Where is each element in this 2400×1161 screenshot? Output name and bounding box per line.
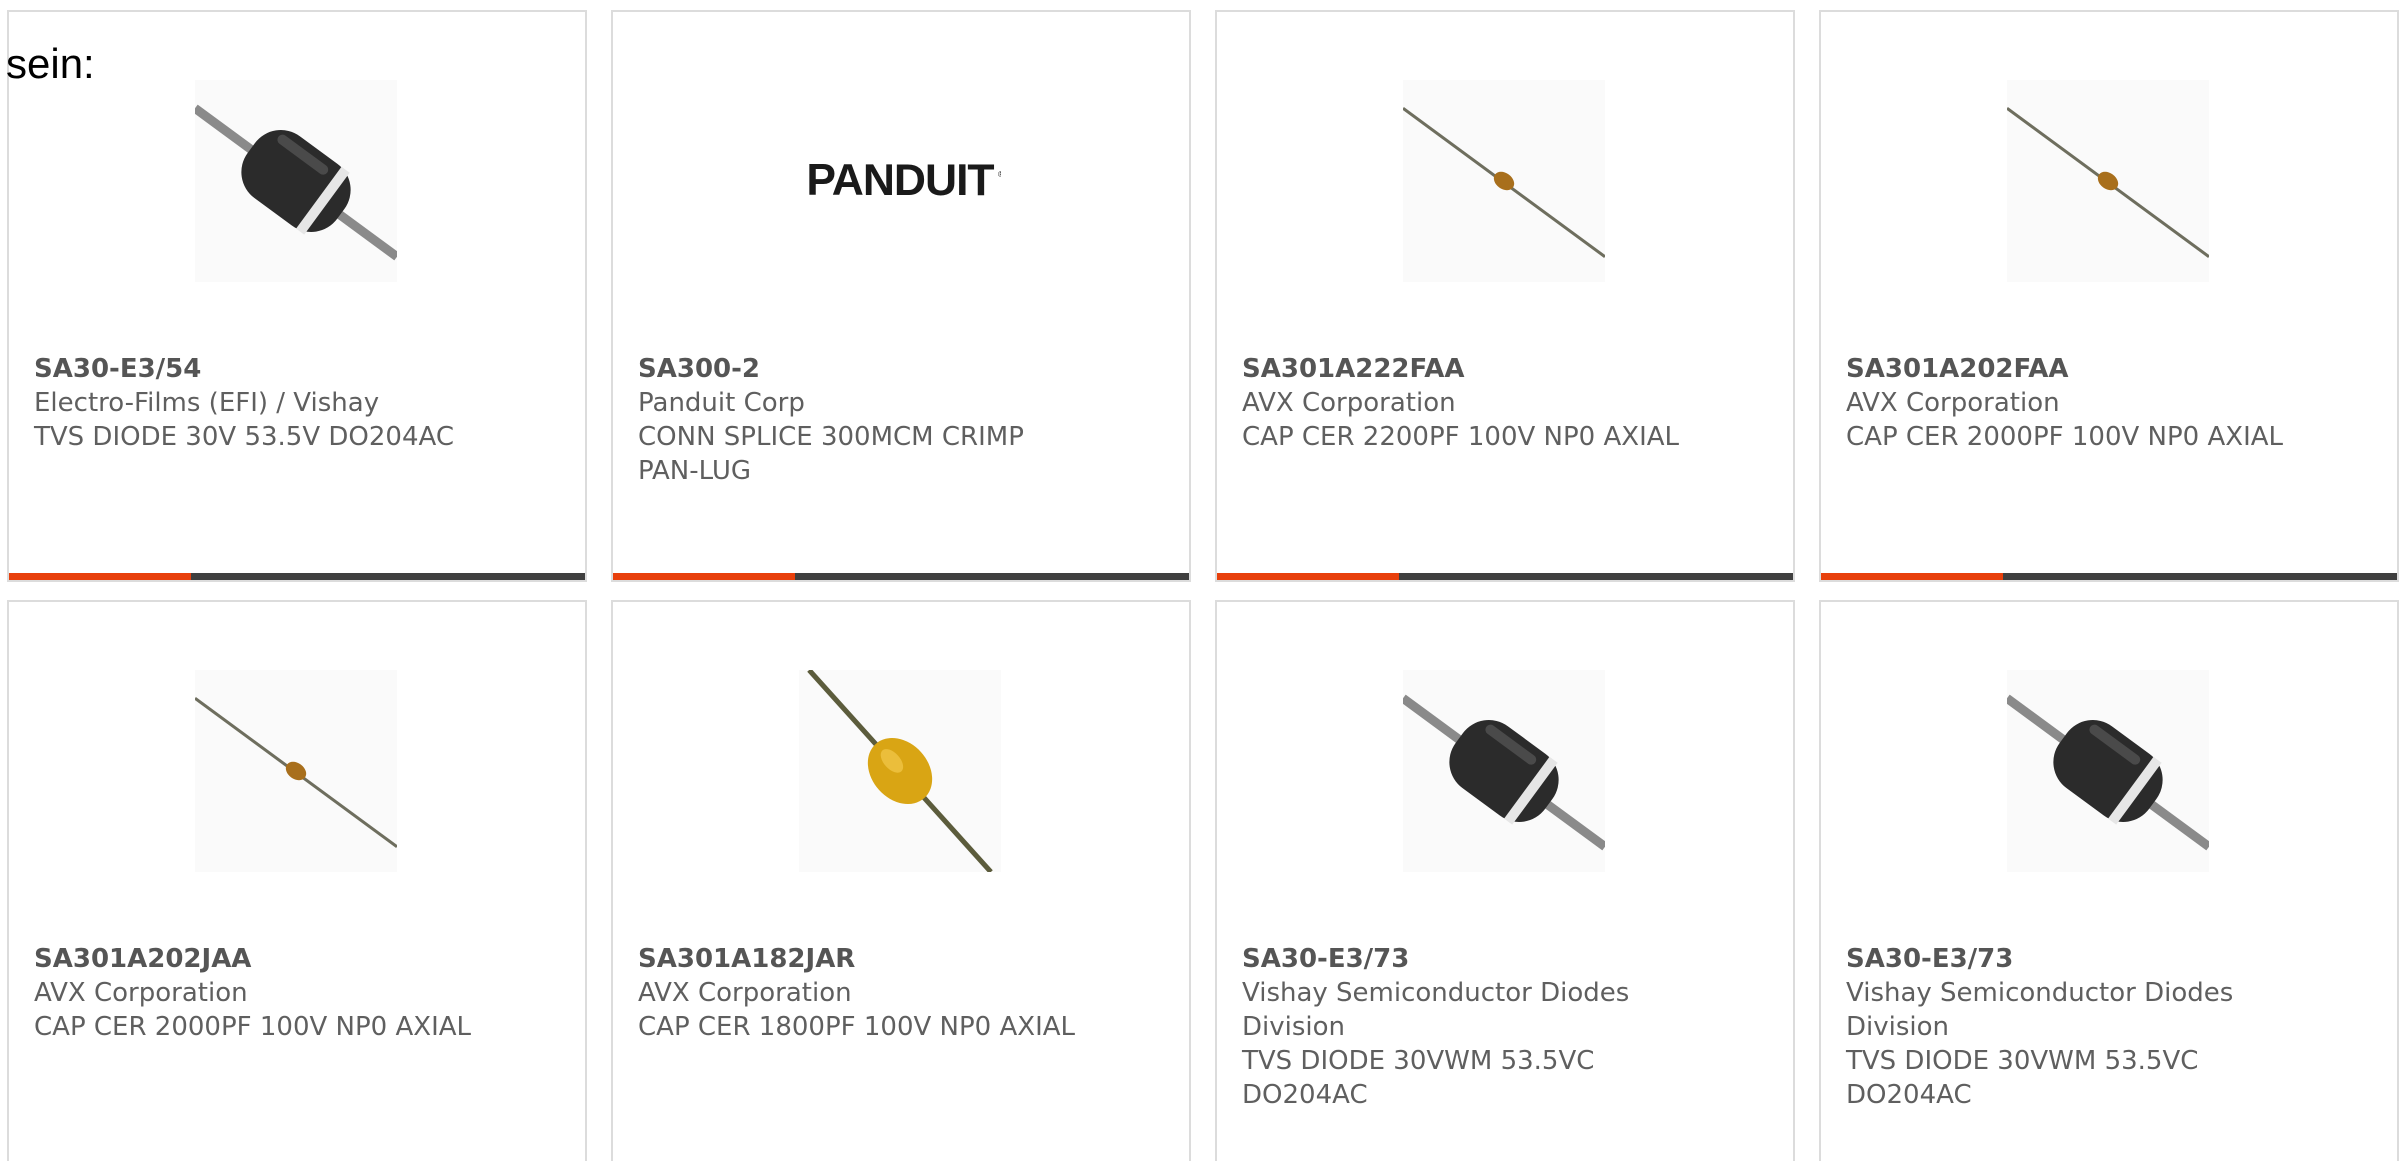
part-number-link[interactable]: SA301A182JAR [638, 942, 1168, 976]
product-meta: SA30-E3/54 Electro-Films (EFI) / Vishay … [34, 352, 564, 454]
product-meta: SA301A182JAR AVX Corporation CAP CER 180… [638, 942, 1168, 1044]
product-card[interactable]: SA301A222FAA AVX Corporation CAP CER 220… [1215, 10, 1795, 582]
part-number-link[interactable]: SA301A222FAA [1242, 352, 1772, 386]
part-number-link[interactable]: SA301A202JAA [34, 942, 564, 976]
capacitor-axial-large-icon[interactable] [799, 670, 1001, 872]
manufacturer-line: Division [1846, 1012, 1950, 1042]
card-footer-bar [613, 573, 1189, 580]
description-line: DO204AC [1242, 1080, 1368, 1110]
description: CAP CER 2000PF 100V NP0 AXIAL [34, 1010, 564, 1044]
diode-black-icon[interactable] [2007, 670, 2209, 872]
product-meta: SA301A202JAA AVX Corporation CAP CER 200… [34, 942, 564, 1044]
description-line: CAP CER 2000PF 100V NP0 AXIAL [34, 1012, 472, 1042]
card-footer-accent [9, 573, 191, 580]
manufacturer: Vishay Semiconductor Diodes Division [1242, 976, 1772, 1044]
part-number-link[interactable]: SA300-2 [638, 352, 1168, 386]
description-line: CONN SPLICE 300MCM CRIMP [638, 422, 1024, 452]
product-meta: SA301A202FAA AVX Corporation CAP CER 200… [1846, 352, 2376, 454]
manufacturer: AVX Corporation [638, 978, 852, 1008]
product-card[interactable]: SA301A202FAA AVX Corporation CAP CER 200… [1819, 10, 2399, 582]
description: CONN SPLICE 300MCM CRIMP PAN-LUG [638, 420, 1168, 488]
part-number-link[interactable]: SA30-E3/54 [34, 352, 564, 386]
description-line: PAN-LUG [638, 456, 752, 486]
product-card[interactable]: SA301A202JAA AVX Corporation CAP CER 200… [7, 600, 587, 1161]
panduit-logo-text: PANDUIT [806, 156, 994, 205]
manufacturer: AVX Corporation [34, 978, 248, 1008]
manufacturer: AVX Corporation [1846, 388, 2060, 418]
manufacturer: Electro-Films (EFI) / Vishay [34, 388, 380, 418]
panduit-logo[interactable]: PANDUIT ® [799, 80, 1001, 282]
product-card[interactable]: PANDUIT ® SA300-2 Panduit Corp CONN SPLI… [611, 10, 1191, 582]
description: TVS DIODE 30V 53.5V DO204AC [34, 420, 564, 454]
card-footer-accent [1821, 573, 2003, 580]
part-number-link[interactable]: SA30-E3/73 [1846, 942, 2376, 976]
card-footer-accent [613, 573, 795, 580]
card-footer-bar [1821, 573, 2397, 580]
card-footer-bar [1217, 573, 1793, 580]
product-grid-page: sein: SA30-E3/54 Electro-Films (EFI) / V… [0, 0, 2400, 1161]
description-line: DO204AC [1846, 1080, 1972, 1110]
description-line: CAP CER 2000PF 100V NP0 AXIAL [1846, 422, 2284, 452]
description-line: TVS DIODE 30VWM 53.5VC [1242, 1046, 1595, 1076]
description: CAP CER 2000PF 100V NP0 AXIAL [1846, 420, 2376, 454]
diode-black-icon[interactable] [1403, 670, 1605, 872]
card-footer-bar [9, 573, 585, 580]
description: TVS DIODE 30VWM 53.5VC DO204AC [1242, 1044, 1772, 1112]
manufacturer-line: Division [1242, 1012, 1346, 1042]
manufacturer: Panduit Corp [638, 388, 805, 418]
description-line: TVS DIODE 30VWM 53.5VC [1846, 1046, 2199, 1076]
intro-text: sein: [6, 40, 95, 87]
manufacturer: Vishay Semiconductor Diodes Division [1846, 976, 2376, 1044]
product-meta: SA300-2 Panduit Corp CONN SPLICE 300MCM … [638, 352, 1168, 488]
capacitor-axial-small-icon[interactable] [1403, 80, 1605, 282]
description: TVS DIODE 30VWM 53.5VC DO204AC [1846, 1044, 2376, 1112]
svg-text:®: ® [998, 170, 1001, 179]
product-card[interactable]: SA301A182JAR AVX Corporation CAP CER 180… [611, 600, 1191, 1161]
diode-black-icon[interactable] [195, 80, 397, 282]
product-meta: SA301A222FAA AVX Corporation CAP CER 220… [1242, 352, 1772, 454]
description-line: CAP CER 2200PF 100V NP0 AXIAL [1242, 422, 1680, 452]
part-number-link[interactable]: SA30-E3/73 [1242, 942, 1772, 976]
manufacturer: AVX Corporation [1242, 388, 1456, 418]
product-meta: SA30-E3/73 Vishay Semiconductor Diodes D… [1846, 942, 2376, 1112]
capacitor-axial-small-icon[interactable] [195, 670, 397, 872]
description: CAP CER 2200PF 100V NP0 AXIAL [1242, 420, 1772, 454]
manufacturer-line: Vishay Semiconductor Diodes [1846, 978, 2234, 1008]
part-number-link[interactable]: SA301A202FAA [1846, 352, 2376, 386]
product-card[interactable]: SA30-E3/73 Vishay Semiconductor Diodes D… [1215, 600, 1795, 1161]
card-footer-accent [1217, 573, 1399, 580]
product-card[interactable]: SA30-E3/73 Vishay Semiconductor Diodes D… [1819, 600, 2399, 1161]
product-meta: SA30-E3/73 Vishay Semiconductor Diodes D… [1242, 942, 1772, 1112]
capacitor-axial-small-icon[interactable] [2007, 80, 2209, 282]
product-card[interactable]: SA30-E3/54 Electro-Films (EFI) / Vishay … [7, 10, 587, 582]
description-line: CAP CER 1800PF 100V NP0 AXIAL [638, 1012, 1076, 1042]
manufacturer-line: Vishay Semiconductor Diodes [1242, 978, 1630, 1008]
description: CAP CER 1800PF 100V NP0 AXIAL [638, 1010, 1168, 1044]
description-line: TVS DIODE 30V 53.5V DO204AC [34, 422, 454, 452]
